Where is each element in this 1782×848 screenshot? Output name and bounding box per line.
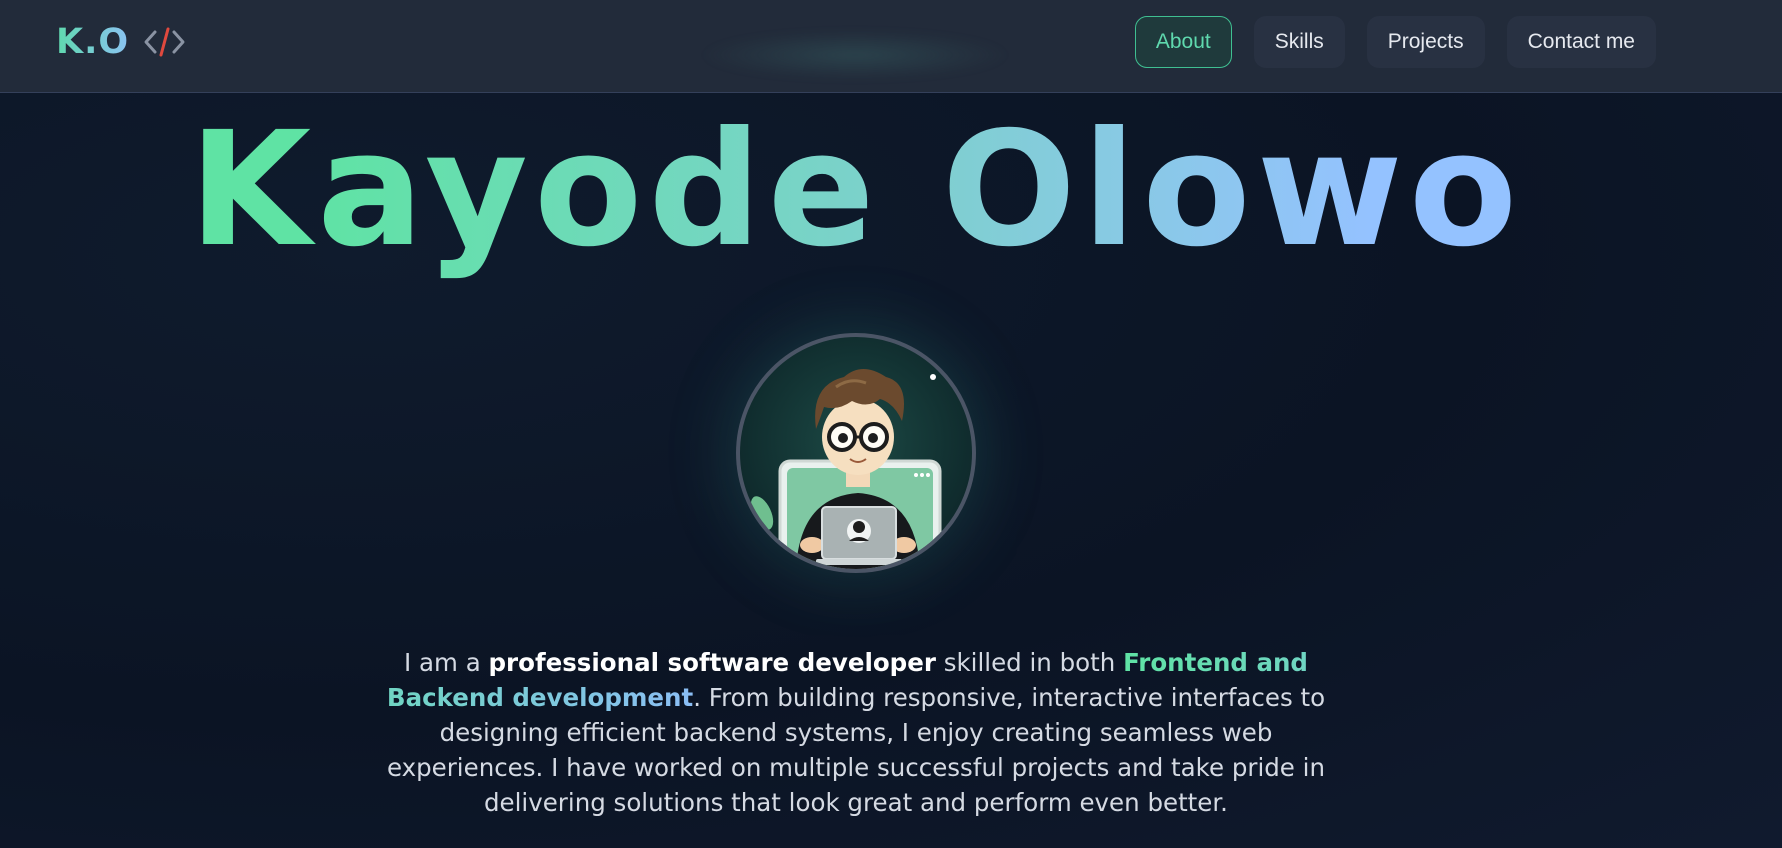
hero-name: Kayode Olowo [0,95,1712,285]
nav-projects[interactable]: Projects [1366,16,1485,68]
code-icon [143,24,187,60]
bio-paragraph: I am a professional software developer s… [370,645,1342,820]
avatar [736,333,976,573]
bio-text-2: skilled in both [935,648,1124,677]
developer-avatar-icon [736,333,976,573]
logo[interactable]: K.O [56,20,187,64]
page: K.O About Skills Projects Contact me Kay… [0,0,1782,848]
nav-about[interactable]: About [1134,16,1232,68]
main-nav: About Skills Projects Contact me [1134,16,1656,68]
bio-text-1: I am a [404,648,489,677]
nav-skills[interactable]: Skills [1253,16,1345,68]
logo-text: K.O [56,22,130,62]
header-glow [700,30,1010,80]
nav-contact[interactable]: Contact me [1506,16,1656,68]
bio-bold-role: professional software developer [488,648,936,677]
site-header: K.O About Skills Projects Contact me [0,0,1782,93]
